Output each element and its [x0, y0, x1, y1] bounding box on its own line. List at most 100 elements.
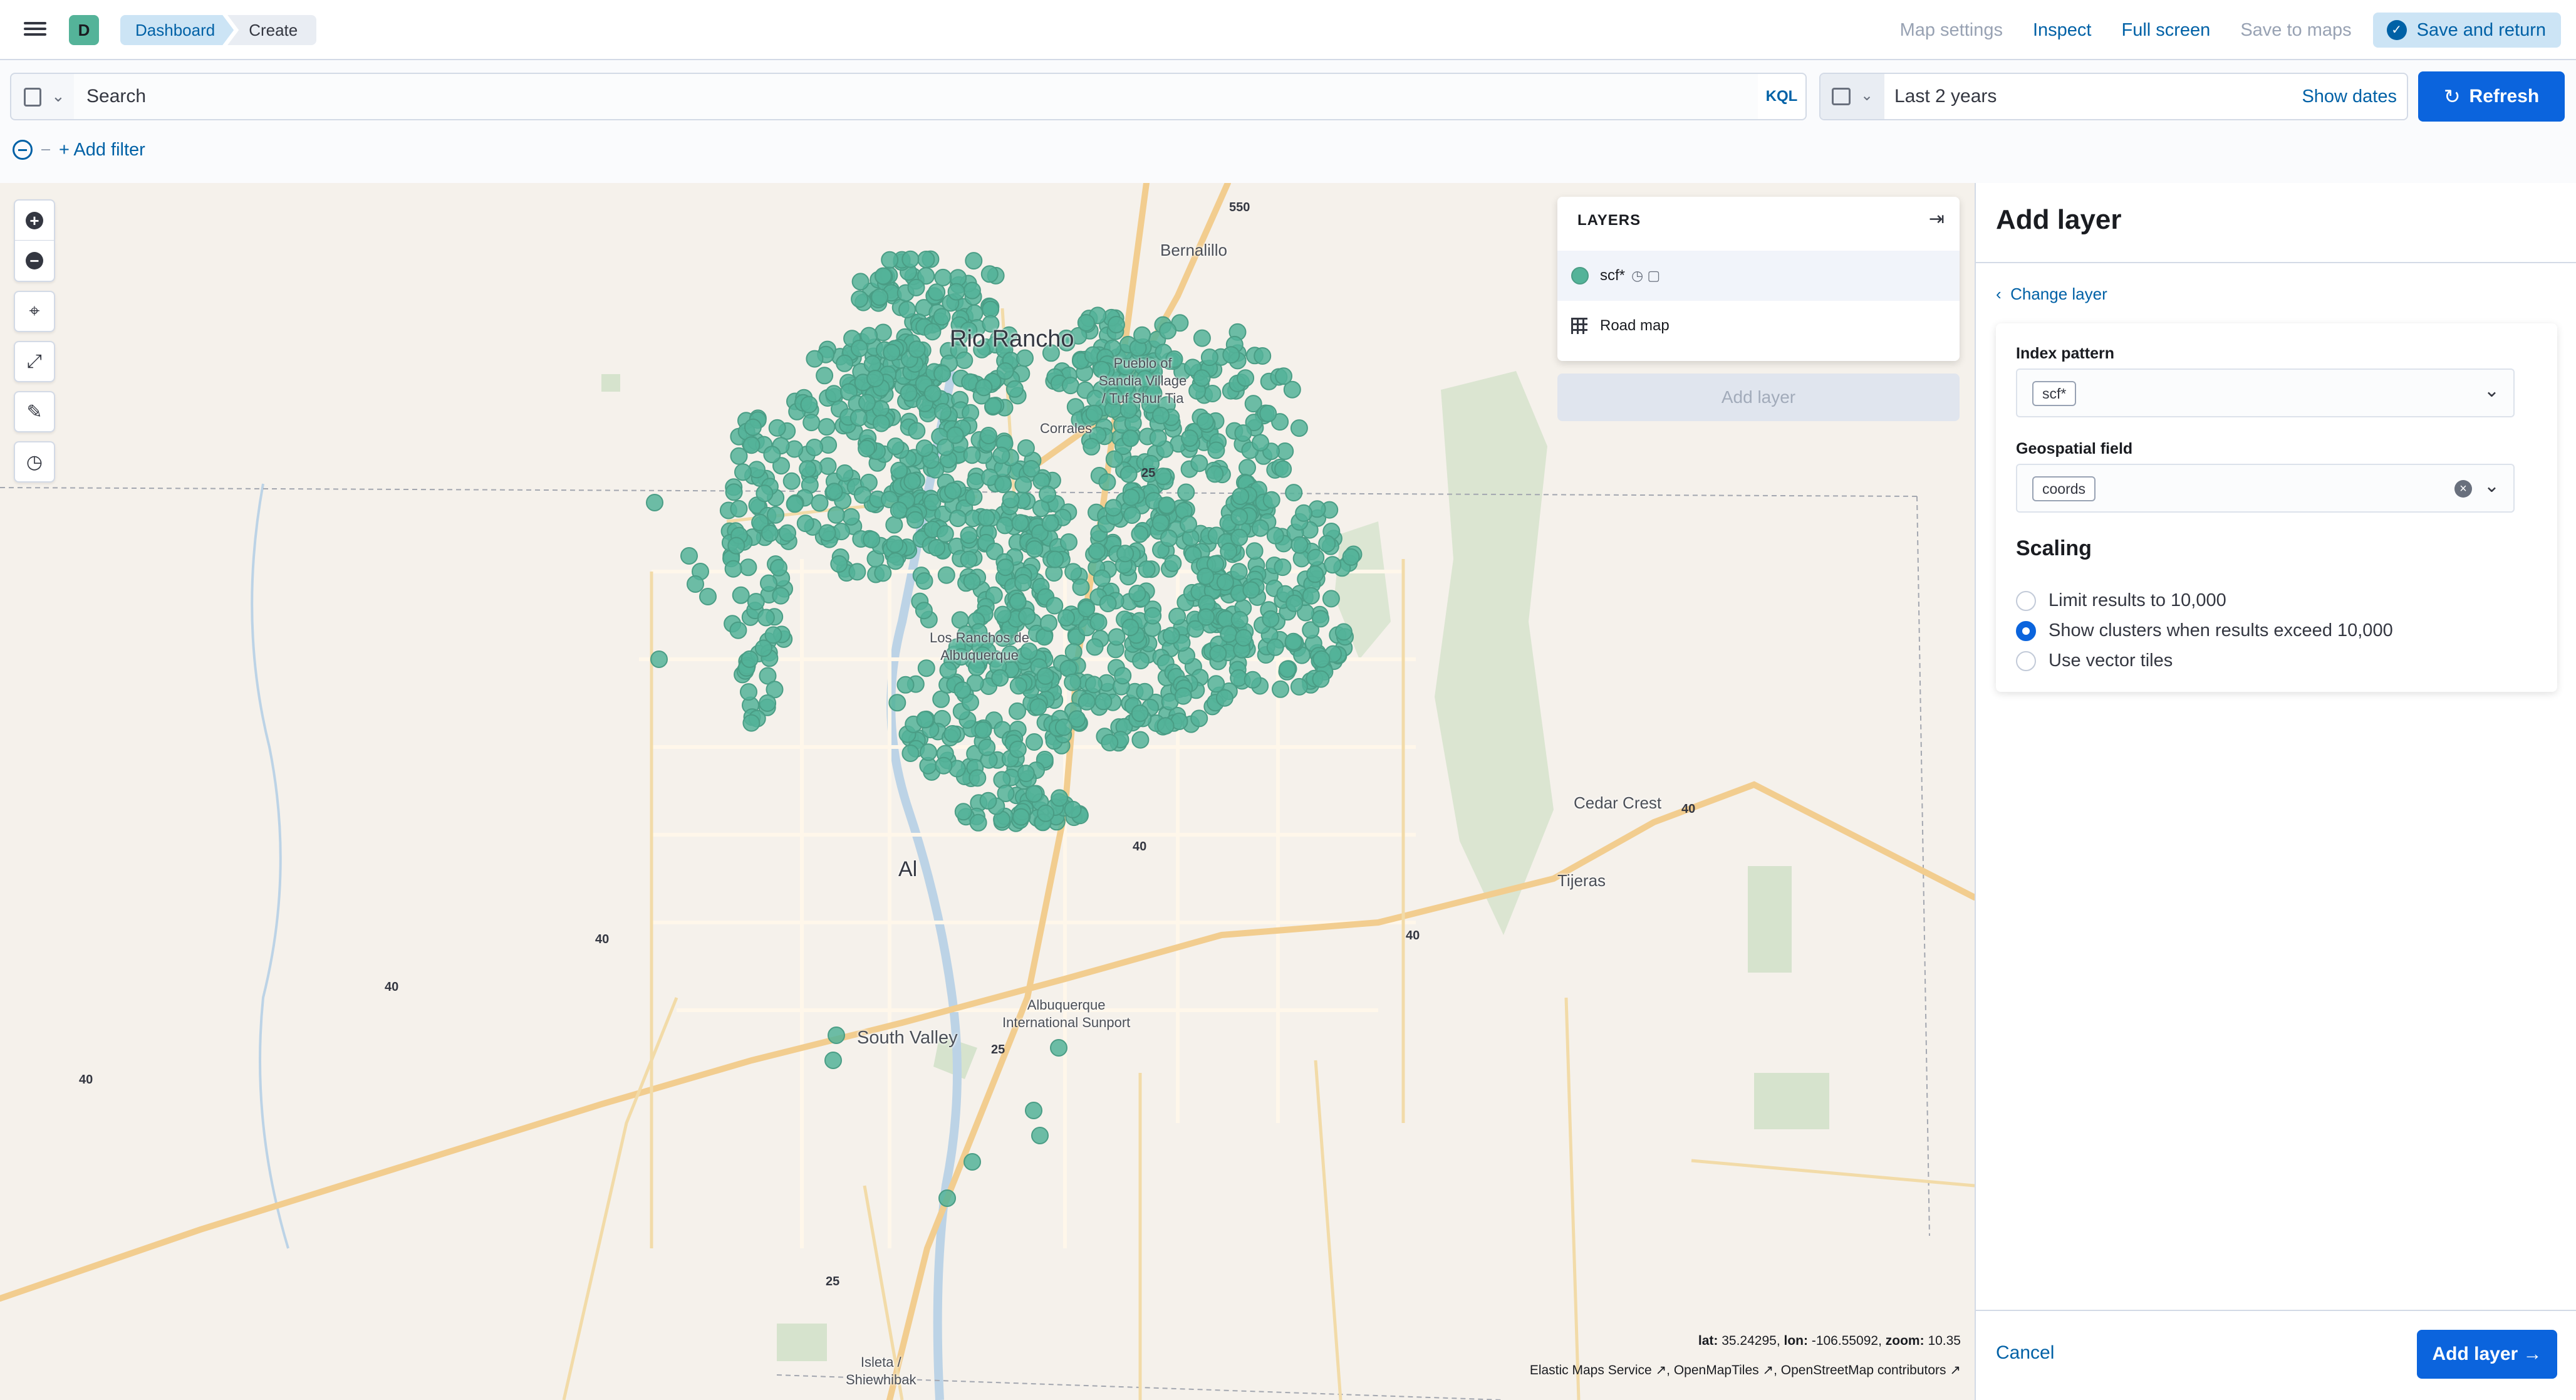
map-point — [796, 515, 814, 533]
map-point — [754, 639, 772, 657]
layers-title: LAYERS — [1577, 212, 1641, 229]
scaling-option-clusters[interactable]: Show clusters when results exceed 10,000 — [2016, 620, 2393, 641]
map-point — [1104, 499, 1123, 517]
radio-button[interactable] — [2016, 590, 2036, 611]
map-point — [767, 506, 784, 524]
map-point — [1342, 548, 1360, 566]
map-point — [1025, 733, 1043, 751]
map-point — [871, 288, 889, 306]
map-point — [744, 418, 762, 436]
time-filter-button[interactable]: ◷ — [14, 441, 55, 483]
quick-menu-button[interactable]: ⌄ — [1820, 74, 1884, 119]
layer-item-scf[interactable]: scf* ◷ ▢ — [1557, 251, 1960, 301]
map-point — [980, 427, 997, 444]
save-icon — [24, 88, 41, 107]
zoom-value: 10.35 — [1928, 1334, 1961, 1348]
zoom-in-button[interactable]: + — [14, 199, 55, 241]
date-range-text[interactable]: Last 2 years — [1894, 74, 1997, 119]
change-layer-link[interactable]: ‹ Change layer — [1996, 285, 2107, 304]
scaling-option-limit[interactable]: Limit results to 10,000 — [2016, 590, 2226, 611]
refresh-button[interactable]: ↻ Refresh — [2418, 71, 2565, 122]
space-avatar[interactable]: D — [69, 15, 99, 45]
saved-query-button[interactable]: ⌄ — [10, 73, 75, 120]
save-and-return-button[interactable]: ✓ Save and return — [2372, 13, 2561, 48]
map-point — [934, 268, 952, 286]
highway-shield: 550 — [1229, 201, 1250, 214]
map-point — [1060, 533, 1078, 551]
map-point — [874, 564, 892, 582]
map-point — [1098, 473, 1116, 491]
highway-shield: 40 — [385, 980, 399, 994]
scaling-option-vector-tiles[interactable]: Use vector tiles — [2016, 650, 2173, 671]
menu-icon[interactable] — [24, 19, 46, 41]
map-point — [760, 574, 777, 592]
attribution-link[interactable]: OpenMapTiles — [1674, 1363, 1759, 1377]
cancel-button[interactable]: Cancel — [1996, 1342, 2054, 1364]
radio-button[interactable] — [2016, 620, 2036, 641]
date-picker: ⌄ Last 2 years Show dates — [1819, 73, 2408, 120]
draw-tools-button[interactable]: ✎ — [14, 391, 55, 432]
map-point — [1041, 514, 1059, 532]
map-point — [1242, 581, 1260, 599]
map-point — [1312, 670, 1330, 688]
map-point — [1064, 563, 1083, 581]
map-point — [818, 418, 836, 436]
filter-options-icon[interactable] — [13, 140, 33, 160]
inspect-link[interactable]: Inspect — [2033, 20, 2092, 41]
map-point — [650, 650, 668, 668]
map-canvas[interactable]: Rio Rancho Bernalillo Pueblo of Sandia V… — [0, 183, 1975, 1400]
map-point — [740, 683, 757, 701]
map-point — [1190, 709, 1208, 728]
full-screen-link[interactable]: Full screen — [2121, 20, 2210, 41]
map-point — [1190, 454, 1208, 473]
radio-button[interactable] — [2016, 650, 2036, 671]
map-point — [1160, 529, 1178, 547]
map-point — [1216, 573, 1234, 591]
kql-toggle[interactable]: KQL — [1758, 73, 1807, 120]
attribution-link[interactable]: OpenStreetMap contributors — [1781, 1363, 1946, 1377]
collapse-icon[interactable]: ⇥ — [1929, 208, 1945, 230]
map-point — [782, 472, 801, 490]
map-point — [1237, 369, 1255, 387]
geo-field-select[interactable]: coords × ⌄ — [2016, 464, 2515, 513]
add-layer-button[interactable]: Add layer → — [2417, 1330, 2557, 1379]
map-point — [960, 526, 978, 544]
show-dates-link[interactable]: Show dates — [2302, 74, 2397, 119]
map-point — [1154, 468, 1172, 486]
index-pattern-select[interactable]: scf* ⌄ — [2016, 368, 2515, 417]
highway-shield: 40 — [1681, 802, 1696, 816]
layer-name: Road map — [1600, 317, 1670, 334]
calendar-icon — [1832, 88, 1851, 105]
map-point — [1128, 585, 1146, 602]
map-point — [1290, 419, 1308, 437]
map-point — [906, 511, 925, 529]
map-point — [1266, 526, 1284, 545]
map-point — [994, 605, 1012, 624]
layer-item-road-map[interactable]: Road map — [1557, 301, 1960, 351]
map-point — [1061, 377, 1079, 395]
zoom-out-button[interactable]: − — [14, 241, 55, 282]
map-point — [806, 439, 824, 456]
map-point — [836, 464, 854, 482]
map-point — [994, 476, 1012, 493]
set-view-button[interactable]: ⌖ — [14, 291, 55, 332]
label-tijeras: Tijeras — [1557, 871, 1606, 890]
map-settings-link[interactable]: Map settings — [1900, 20, 2003, 41]
map-point — [1131, 731, 1150, 749]
map-point — [901, 744, 920, 762]
map-point — [850, 340, 868, 357]
map-point — [908, 422, 926, 440]
fit-to-data-button[interactable]: ⤢ — [14, 341, 55, 382]
breadcrumb-dashboard[interactable]: Dashboard — [120, 15, 234, 45]
chevron-down-icon: ⌄ — [1861, 87, 1874, 104]
attribution-link[interactable]: Elastic Maps Service — [1530, 1363, 1652, 1377]
map-point — [923, 323, 942, 341]
save-to-maps-link[interactable]: Save to maps — [2240, 20, 2351, 41]
clear-icon[interactable]: × — [2454, 480, 2472, 498]
breadcrumb-create: Create — [227, 15, 317, 45]
map-point — [799, 460, 817, 478]
map-point — [908, 340, 926, 358]
map-point — [975, 379, 993, 397]
search-input[interactable] — [74, 74, 1678, 119]
add-filter-link[interactable]: + Add filter — [59, 140, 145, 160]
